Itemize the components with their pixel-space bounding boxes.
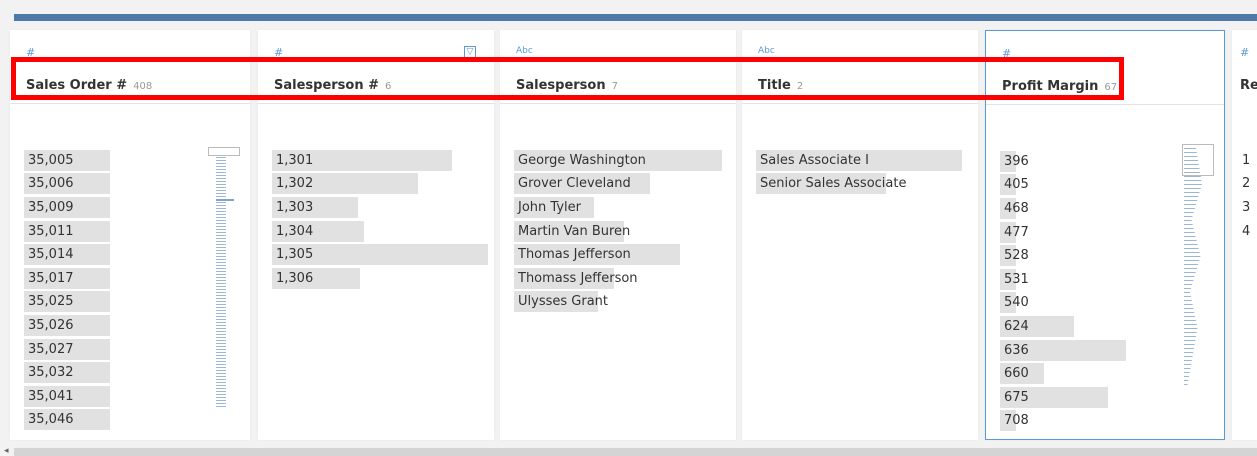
value-row[interactable]: 1,301 (272, 150, 452, 171)
scroll-overview[interactable] (208, 147, 244, 417)
value-row[interactable]: 35,046 (24, 409, 110, 430)
column-name: Profit Margin (1002, 79, 1099, 94)
distinct-count: 2 (796, 81, 804, 92)
string-type-icon: Abc (516, 46, 533, 56)
scroll-left-icon[interactable]: ◂ (4, 446, 9, 456)
distinct-count: 6 (385, 81, 392, 92)
value-row[interactable]: 528 (1000, 245, 1029, 266)
value-row[interactable]: Thomass Jefferson (514, 268, 638, 289)
header-divider (986, 104, 1224, 105)
value-row[interactable]: 477 (1000, 222, 1029, 243)
profile-card-salesperson[interactable]: Abc Salesperson 7 George Washington Grove… (500, 30, 736, 440)
scroll-overview[interactable] (1182, 144, 1220, 418)
value-row[interactable]: George Washington (514, 150, 722, 171)
value-row[interactable]: Grover Cleveland (514, 173, 650, 194)
profile-card-profit-margin[interactable]: # Profit Margin 67 396 405 468 477 528 53… (985, 30, 1225, 440)
distinct-count: 408 (133, 81, 153, 92)
number-type-icon: # (26, 46, 36, 59)
value-row[interactable]: 35,041 (24, 386, 110, 407)
distinct-count: 7 (611, 81, 618, 92)
header-divider (500, 103, 736, 104)
value-row[interactable]: 35,025 (24, 291, 110, 312)
filter-icon[interactable]: ▽ (464, 46, 476, 58)
value-row[interactable]: 636 (1000, 340, 1126, 361)
number-type-icon: # (274, 46, 284, 59)
value-row[interactable]: 540 (1000, 292, 1029, 313)
value-row[interactable]: 35,026 (24, 315, 110, 336)
value-row[interactable]: 35,027 (24, 339, 110, 360)
value-row[interactable]: 675 (1000, 387, 1108, 408)
value-row[interactable]: 708 (1000, 410, 1029, 431)
value-row[interactable]: 1,303 (272, 197, 358, 218)
column-name: Salesperson # (274, 78, 380, 93)
column-name: Salesperson (516, 78, 606, 93)
value-row[interactable]: 1 (1242, 153, 1250, 168)
value-row[interactable]: 35,032 (24, 362, 110, 383)
value-distribution-tick (216, 199, 234, 201)
profile-card-salesperson-number[interactable]: # ▽ Salesperson # 6 1,301 1,302 1,303 1,3… (258, 30, 494, 440)
value-row[interactable]: Thomas Jefferson (514, 244, 680, 265)
value-row[interactable]: 1,305 (272, 244, 488, 265)
value-row[interactable]: Martin Van Buren (514, 221, 630, 242)
distinct-count: 67 (1104, 82, 1118, 93)
value-row[interactable]: 1,306 (272, 268, 360, 289)
value-row[interactable]: 35,006 (24, 173, 110, 194)
value-row[interactable]: Sales Associate I (756, 150, 962, 171)
value-row[interactable]: 396 (1000, 151, 1029, 172)
column-name: Sales Order # (26, 78, 128, 93)
value-row[interactable]: 35,014 (24, 244, 110, 265)
value-row[interactable]: 531 (1000, 269, 1029, 290)
header-divider (742, 103, 978, 104)
column-header[interactable]: Salesperson # 6 (274, 78, 486, 93)
header-divider (10, 103, 250, 104)
value-row[interactable]: John Tyler (514, 197, 594, 218)
value-row[interactable]: 35,017 (24, 268, 110, 289)
value-row[interactable]: 660 (1000, 363, 1044, 384)
value-row[interactable]: 2 (1242, 176, 1250, 191)
header-divider (258, 103, 494, 104)
value-row[interactable]: Ulysses Grant (514, 291, 608, 312)
profile-card-partial[interactable]: # Re 1 2 3 4 (1232, 30, 1257, 440)
value-row[interactable]: 1,304 (272, 221, 364, 242)
value-row[interactable]: 35,011 (24, 221, 110, 242)
column-name: Title (758, 78, 791, 93)
scroll-overview-viewport[interactable] (208, 147, 240, 156)
profile-card-sales-order[interactable]: # Sales Order #408 35,005 35,006 35,009 … (10, 30, 250, 440)
horizontal-scrollbar[interactable] (14, 448, 1257, 456)
column-name[interactable]: Re (1240, 78, 1257, 93)
value-row[interactable]: 624 (1000, 316, 1074, 337)
value-row[interactable]: 405 (1000, 174, 1029, 195)
string-type-icon: Abc (758, 46, 775, 56)
value-row[interactable]: 4 (1242, 224, 1250, 239)
number-type-icon: # (1240, 46, 1250, 59)
top-accent-bar (14, 14, 1257, 21)
value-distribution-lines (1184, 148, 1202, 388)
profile-card-title[interactable]: Abc Title 2 Sales Associate I Senior Sale… (742, 30, 978, 440)
value-row[interactable]: 468 (1000, 198, 1029, 219)
value-row[interactable]: 35,005 (24, 150, 110, 171)
number-type-icon: # (1002, 47, 1012, 60)
value-row[interactable]: 35,009 (24, 197, 110, 218)
column-header[interactable]: Title 2 (758, 78, 970, 93)
column-header[interactable]: Salesperson 7 (516, 78, 728, 93)
value-row[interactable]: Senior Sales Associate (756, 173, 906, 194)
value-row[interactable]: 3 (1242, 200, 1250, 215)
column-header[interactable]: Sales Order # 408 (26, 78, 242, 93)
value-distribution-lines (216, 157, 226, 407)
column-header[interactable]: Profit Margin 67 (1002, 79, 1216, 94)
value-row[interactable]: 1,302 (272, 173, 418, 194)
